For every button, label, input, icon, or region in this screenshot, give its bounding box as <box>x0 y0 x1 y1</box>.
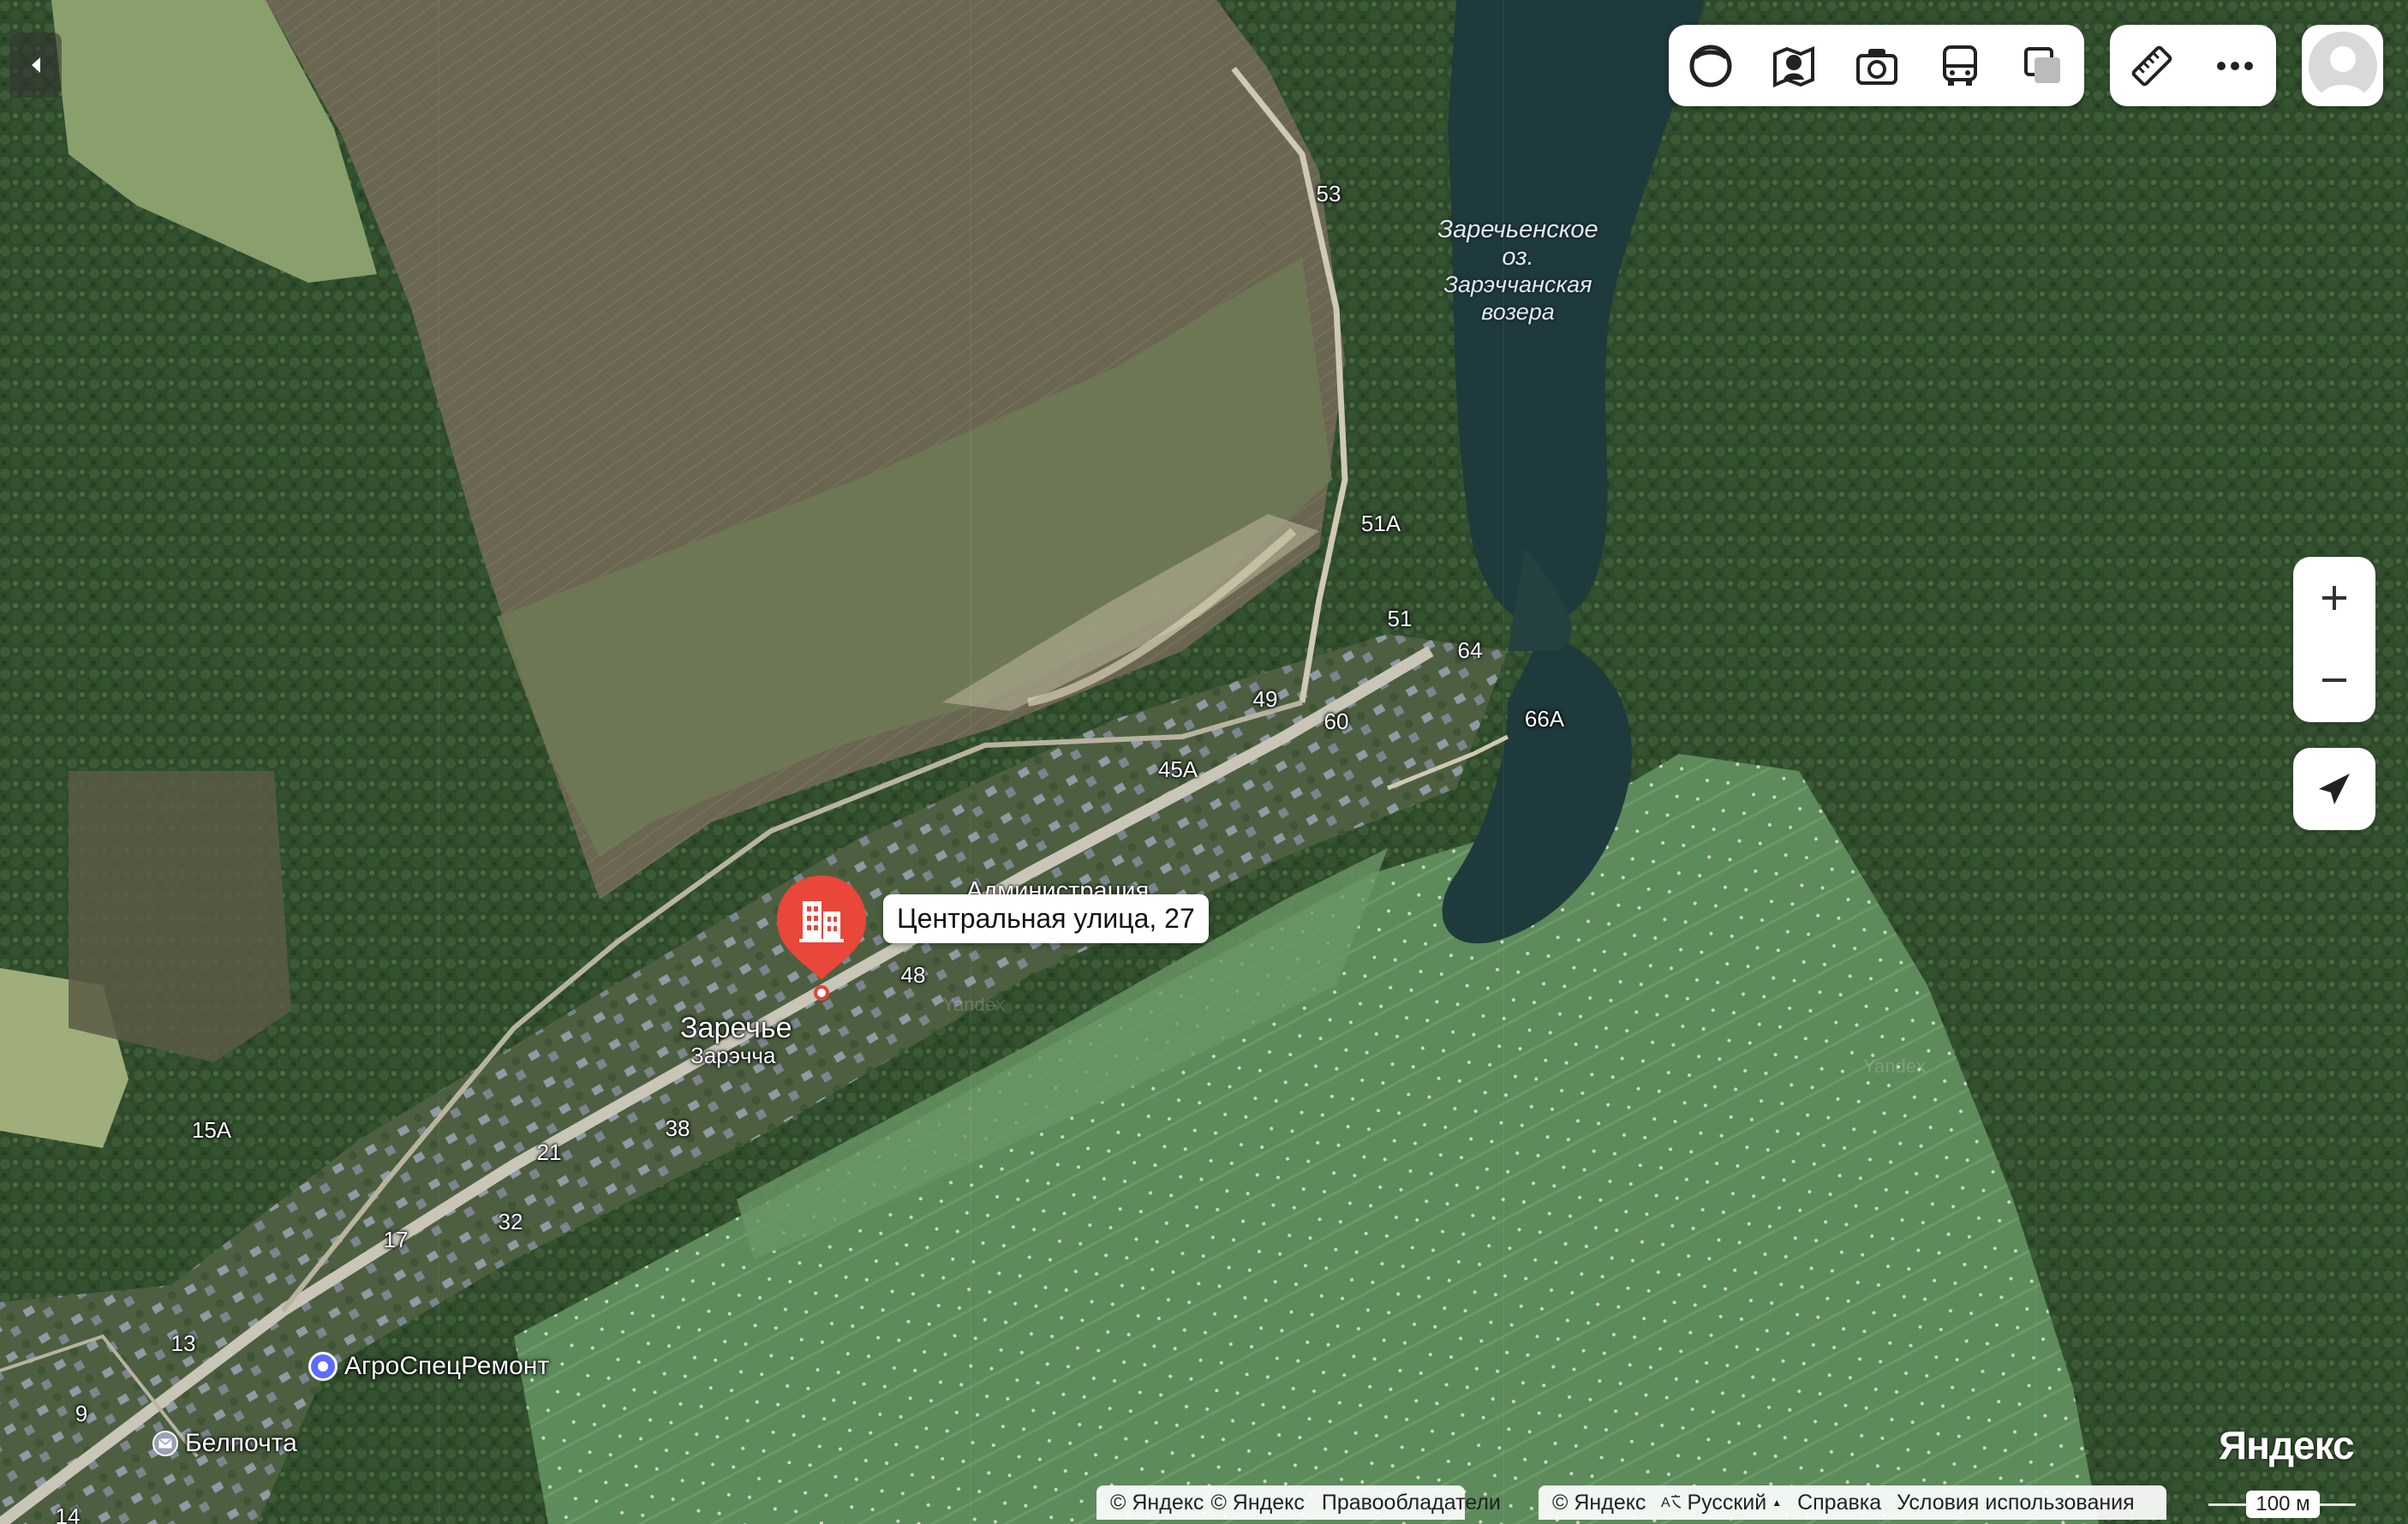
map-type-button[interactable] <box>2011 33 2076 99</box>
lake-label[interactable]: Заречьенское оз. Зарэччанская возера <box>1437 216 1598 326</box>
more-button[interactable] <box>2202 33 2268 99</box>
layers-toolbar <box>1669 25 2084 106</box>
traffic-layer-button[interactable] <box>1761 33 1826 99</box>
transit-layer-button[interactable] <box>1927 33 1993 99</box>
house-number[interactable]: 13 <box>171 1332 196 1354</box>
language-label: Русский <box>1687 1490 1767 1515</box>
lake-name-be: Зарэччанская <box>1443 272 1592 297</box>
village-label[interactable]: Заречье <box>680 1013 792 1043</box>
yandex-logo[interactable]: Яндекс <box>2219 1422 2355 1468</box>
extras-toolbar <box>2110 25 2276 106</box>
house-number[interactable]: 38 <box>666 1117 690 1139</box>
house-number[interactable]: 64 <box>1458 639 1483 661</box>
zoom-in-button[interactable] <box>2293 557 2375 639</box>
house-number[interactable]: 49 <box>1253 688 1278 710</box>
lake-type-ru: оз. <box>1502 243 1534 271</box>
layers-icon <box>2023 46 2060 83</box>
copyright-yandex-1: © Яндекс <box>1110 1490 1204 1515</box>
caret-up-icon: ▲ <box>1772 1497 1783 1509</box>
map-watermark: Yandex <box>1863 1055 1926 1077</box>
minus-icon <box>2322 678 2346 682</box>
plus-icon <box>2322 586 2346 610</box>
house-number[interactable]: 66А <box>1525 708 1564 730</box>
mail-icon <box>152 1431 178 1456</box>
copyright-yandex-3: © Яндекс <box>1552 1490 1646 1515</box>
more-icon <box>2216 61 2253 70</box>
ruler-button[interactable] <box>2119 33 2184 99</box>
zoom-out-button[interactable] <box>2293 639 2375 721</box>
house-number[interactable]: 21 <box>537 1141 562 1163</box>
zoom-controls <box>2293 557 2375 722</box>
house-number[interactable]: 9 <box>75 1402 87 1425</box>
panorama-icon <box>1689 45 1731 87</box>
map-canvas[interactable]: Yandex Yandex Заречьенское оз. Зарэччанс… <box>0 0 2408 1524</box>
selected-point <box>814 985 829 1001</box>
geolocation-button[interactable] <box>2293 748 2375 830</box>
photos-layer-button[interactable] <box>1844 33 1909 99</box>
help-link[interactable]: Справка <box>1797 1491 1881 1515</box>
scale-bar: 100 м <box>2208 1491 2356 1518</box>
house-number[interactable]: 60 <box>1324 710 1349 732</box>
poi-label: АгроСпецРемонт <box>344 1352 550 1380</box>
bus-icon <box>1942 45 1977 86</box>
satellite-imagery <box>0 0 2408 1524</box>
house-number[interactable]: 51 <box>1388 607 1413 630</box>
camera-icon <box>1855 48 1897 85</box>
poi-agrospecremont[interactable]: АгроСпецРемонт <box>308 1352 549 1381</box>
scale-label: 100 м <box>2246 1491 2320 1518</box>
house-number[interactable]: 51А <box>1361 512 1401 535</box>
language-selector[interactable]: A Русский ▲ <box>1661 1491 1782 1515</box>
lake-type-be: возера <box>1481 299 1555 325</box>
house-number[interactable]: 45А <box>1158 758 1198 780</box>
village-label-be: Зарэчча <box>690 1043 776 1068</box>
poi-belpochta[interactable]: Белпочта <box>152 1429 297 1458</box>
poi-dot-icon <box>308 1352 338 1381</box>
house-number[interactable]: 53 <box>1317 182 1341 205</box>
panorama-layer-button[interactable] <box>1678 33 1743 99</box>
rights-holders-link[interactable]: Правообладатели <box>1322 1491 1501 1515</box>
chevron-left-icon <box>32 57 40 73</box>
lake-name-ru: Заречьенское <box>1437 216 1598 243</box>
copyright-bar: © Яндекс © Яндекс Правообладатели <box>1096 1485 1501 1520</box>
house-number[interactable]: 15А <box>192 1119 231 1141</box>
user-icon <box>2308 31 2377 100</box>
house-number[interactable]: 32 <box>499 1210 523 1233</box>
terms-link[interactable]: Условия использования <box>1897 1491 2134 1515</box>
ruler-icon <box>2131 45 2172 86</box>
house-number[interactable]: 48 <box>901 964 926 986</box>
translate-icon: A <box>1661 1495 1682 1510</box>
address-callout[interactable]: Центральная улица, 27 <box>883 894 1209 943</box>
profile-button[interactable] <box>2302 25 2383 106</box>
copyright-yandex-2: © Яндекс <box>1210 1490 1305 1515</box>
traffic-icon <box>1772 45 1814 87</box>
map-watermark: Yandex <box>942 994 1005 1015</box>
avatar <box>2308 31 2377 100</box>
footer-links-bar: © Яндекс A Русский ▲ Справка Условия исп… <box>1539 1485 2166 1520</box>
svg-text:A: A <box>1661 1496 1670 1510</box>
house-number[interactable]: 17 <box>384 1228 409 1251</box>
house-number[interactable]: 14 <box>56 1505 81 1524</box>
location-arrow-icon <box>2319 774 2350 804</box>
building-icon <box>777 876 866 980</box>
selected-place-marker[interactable] <box>774 872 869 982</box>
collapse-sidebar-button[interactable] <box>10 33 62 98</box>
poi-label: Белпочта <box>185 1429 297 1457</box>
